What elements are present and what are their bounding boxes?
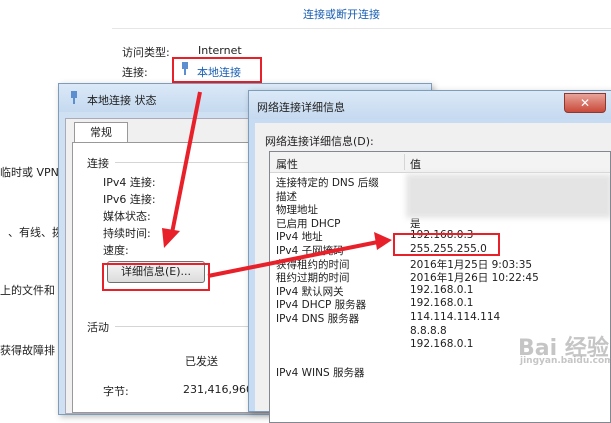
watermark-url: jingyan.baidu.com (520, 356, 611, 366)
